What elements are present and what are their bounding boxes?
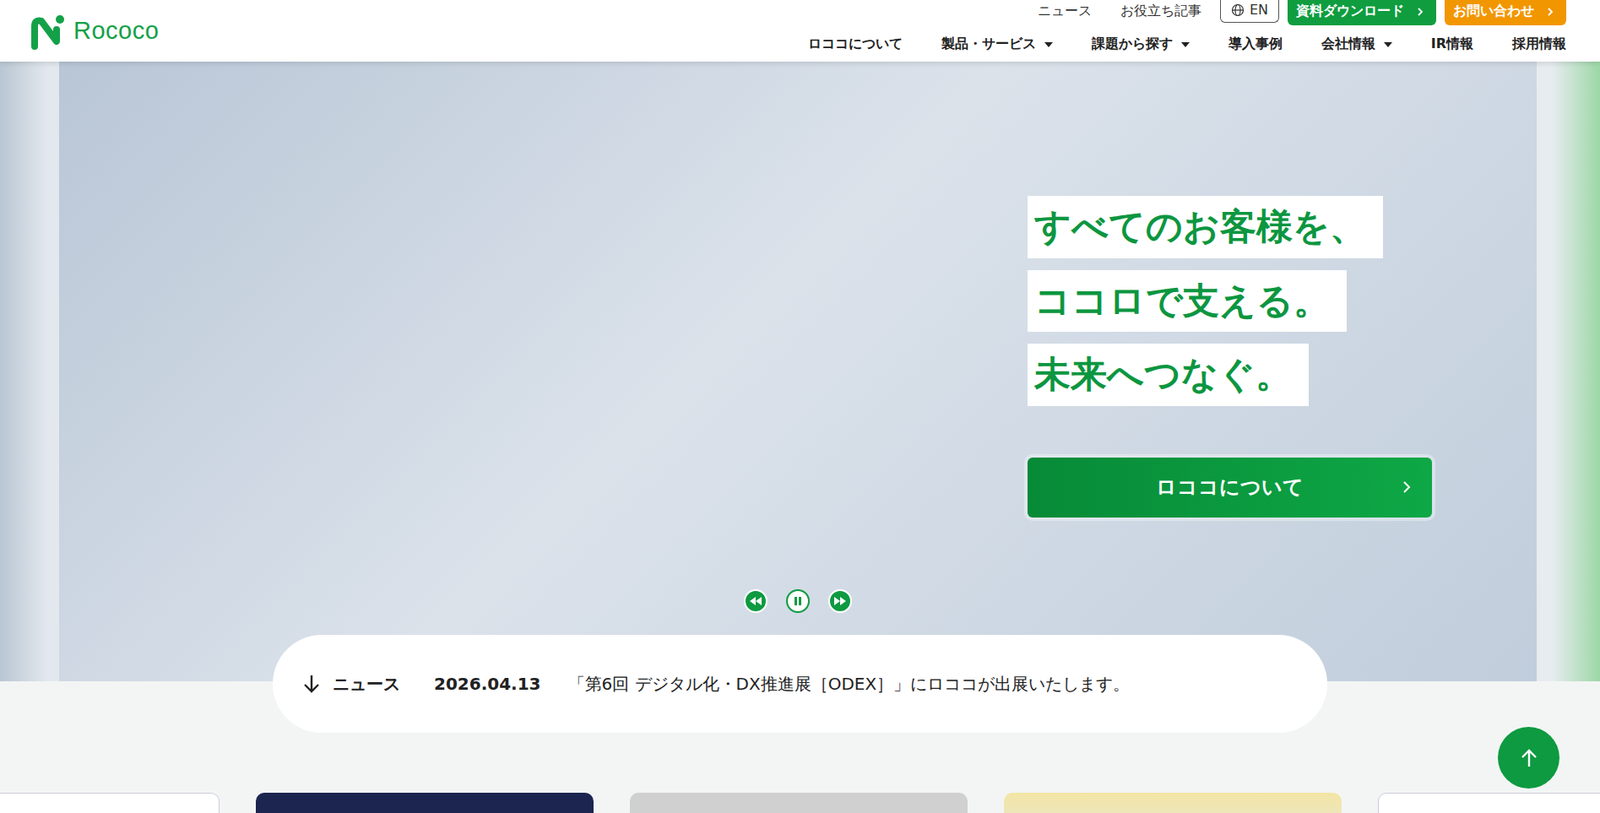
- rewind-icon: [749, 596, 762, 606]
- carousel-controls: [743, 589, 852, 613]
- main-nav: ロココについて 製品・サービス 課題から探す 導入事例 会社情報 IR情報 採用情報: [808, 35, 1567, 62]
- pause-button[interactable]: [786, 589, 810, 613]
- nav-item[interactable]: 導入事例: [1228, 35, 1283, 54]
- news-bar[interactable]: ニュース 2026.04.13 「第6回 デジタル化・DX推進展［ODEX］」にロコ…: [272, 634, 1328, 733]
- card[interactable]: [0, 792, 220, 813]
- logo-text: Rococo: [73, 16, 159, 45]
- nav-item[interactable]: ロココについて: [808, 35, 903, 54]
- contact-button[interactable]: お問い合わせ: [1444, 0, 1567, 26]
- scroll-top-button[interactable]: [1497, 726, 1560, 789]
- globe-icon: [1231, 3, 1245, 17]
- nav-item[interactable]: IR情報: [1431, 35, 1474, 54]
- hero-image: すべてのお客様を、ココロで支える。未来へつなぐ。ロココについて: [59, 61, 1537, 682]
- fast-forward-icon: [834, 596, 847, 606]
- site-header: Rococo ニュースお役立ち記事 EN 資料ダウンロードお問い合わせロココについて 製…: [0, 0, 1600, 62]
- next-slide-button[interactable]: [828, 589, 852, 613]
- news-date: 2026.04.13: [433, 673, 542, 695]
- chevron-right-icon: [1401, 480, 1412, 494]
- nav-item[interactable]: 採用情報: [1512, 35, 1567, 54]
- headline-line: 未来へつなぐ。: [1027, 343, 1309, 407]
- arrow-down-icon: [302, 673, 321, 695]
- prev-slide-button[interactable]: [743, 589, 768, 613]
- logo-mark-icon: [31, 12, 69, 50]
- caret-down-icon: [1383, 42, 1393, 48]
- language-button[interactable]: EN: [1220, 0, 1280, 23]
- chevron-right-icon: [1415, 6, 1425, 17]
- pause-icon: [793, 596, 803, 606]
- utility-link[interactable]: ニュース: [1027, 0, 1102, 21]
- utility-link[interactable]: お役立ち記事: [1110, 0, 1212, 21]
- download-button[interactable]: 資料ダウンロード: [1287, 0, 1437, 26]
- news-label: ニュース: [332, 672, 401, 696]
- card[interactable]: [255, 792, 594, 813]
- utility-bar: ニュースお役立ち記事 EN 資料ダウンロードお問い合わせ: [1027, 0, 1567, 26]
- hero-copy: すべてのお客様を、ココロで支える。未来へつなぐ。ロココについて: [1027, 195, 1438, 518]
- hero: すべてのお客様を、ココロで支える。未来へつなぐ。ロココについて: [0, 61, 1600, 682]
- card[interactable]: [629, 792, 968, 813]
- caret-down-icon: [1181, 42, 1190, 48]
- news-title[interactable]: 「第6回 デジタル化・DX推進展［ODEX］」にロココが出展いたします。: [568, 672, 1131, 696]
- header-right: ニュースお役立ち記事 EN 資料ダウンロードお問い合わせロココについて 製品・サービス…: [808, 0, 1567, 62]
- arrow-up-icon: [1519, 748, 1539, 769]
- nav-item[interactable]: 課題から探す: [1091, 35, 1190, 54]
- chevron-right-icon: [1545, 6, 1555, 17]
- about-button[interactable]: ロココについて: [1027, 457, 1432, 518]
- nav-item[interactable]: 会社情報: [1321, 35, 1393, 54]
- headline-line: すべてのお客様を、: [1027, 195, 1384, 259]
- card-row: [0, 792, 1600, 813]
- nav-item[interactable]: 製品・サービス: [941, 35, 1053, 54]
- logo[interactable]: Rococo: [31, 12, 159, 50]
- card[interactable]: [1003, 792, 1342, 813]
- card[interactable]: [1377, 792, 1600, 813]
- caret-down-icon: [1044, 42, 1053, 48]
- headline-line: ココロで支える。: [1027, 270, 1347, 333]
- page: Rococoニュースお役立ち記事EN資料ダウンロードお問い合わせロココについて製…: [0, 0, 1600, 813]
